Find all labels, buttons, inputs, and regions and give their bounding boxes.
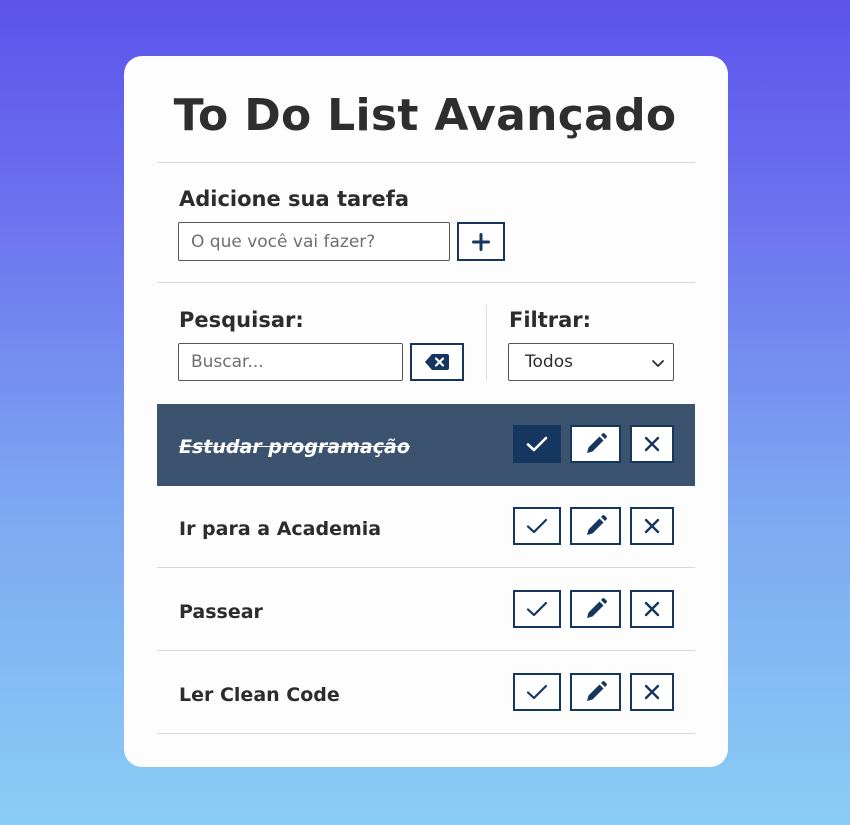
search-label: Pesquisar: [179, 308, 304, 332]
edit-todo-button[interactable] [570, 507, 621, 545]
edit-todo-button[interactable] [570, 590, 621, 628]
todo-text: Ler Clean Code [179, 684, 340, 706]
remove-todo-button[interactable] [630, 425, 674, 463]
plus-icon [472, 232, 490, 251]
pen-icon [584, 597, 608, 621]
remove-todo-button[interactable] [630, 590, 674, 628]
check-icon [526, 517, 548, 535]
close-icon [644, 684, 660, 700]
todo-text: Passear [179, 601, 263, 623]
finish-todo-button[interactable] [513, 507, 561, 545]
todo-item: Ir para a Academia [157, 486, 695, 568]
add-task-label: Adicione sua tarefa [179, 187, 410, 211]
filter-selected-value: Todos [525, 352, 573, 372]
add-task-button[interactable] [457, 222, 505, 261]
close-icon [644, 601, 660, 617]
clear-search-button[interactable] [410, 343, 464, 381]
chevron-down-icon [651, 356, 665, 370]
todo-item: Passear [157, 569, 695, 651]
finish-todo-button[interactable] [513, 590, 561, 628]
divider [157, 162, 695, 163]
remove-todo-button[interactable] [630, 507, 674, 545]
pen-icon [584, 514, 608, 538]
todo-item: Ler Clean Code [157, 652, 695, 734]
finish-todo-button[interactable] [513, 673, 561, 711]
add-task-input[interactable] [178, 222, 450, 261]
todo-text: Ir para a Academia [179, 518, 382, 540]
section-divider [486, 305, 487, 381]
check-icon [526, 600, 548, 618]
close-icon [644, 518, 660, 534]
check-icon [526, 683, 548, 701]
filter-select[interactable]: Todos [508, 343, 674, 381]
backspace-icon [424, 353, 450, 371]
close-icon [644, 436, 660, 452]
todo-item: Estudar programação [157, 404, 695, 486]
todo-text: Estudar programação [179, 436, 410, 458]
remove-todo-button[interactable] [630, 673, 674, 711]
page-title: To Do List Avançado [173, 90, 677, 141]
pen-icon [584, 432, 608, 456]
divider [157, 282, 695, 283]
pen-icon [584, 680, 608, 704]
check-icon [526, 435, 548, 453]
search-input[interactable] [178, 343, 403, 381]
finish-todo-button[interactable] [513, 425, 561, 463]
edit-todo-button[interactable] [570, 425, 621, 463]
edit-todo-button[interactable] [570, 673, 621, 711]
filter-label: Filtrar: [509, 308, 592, 332]
